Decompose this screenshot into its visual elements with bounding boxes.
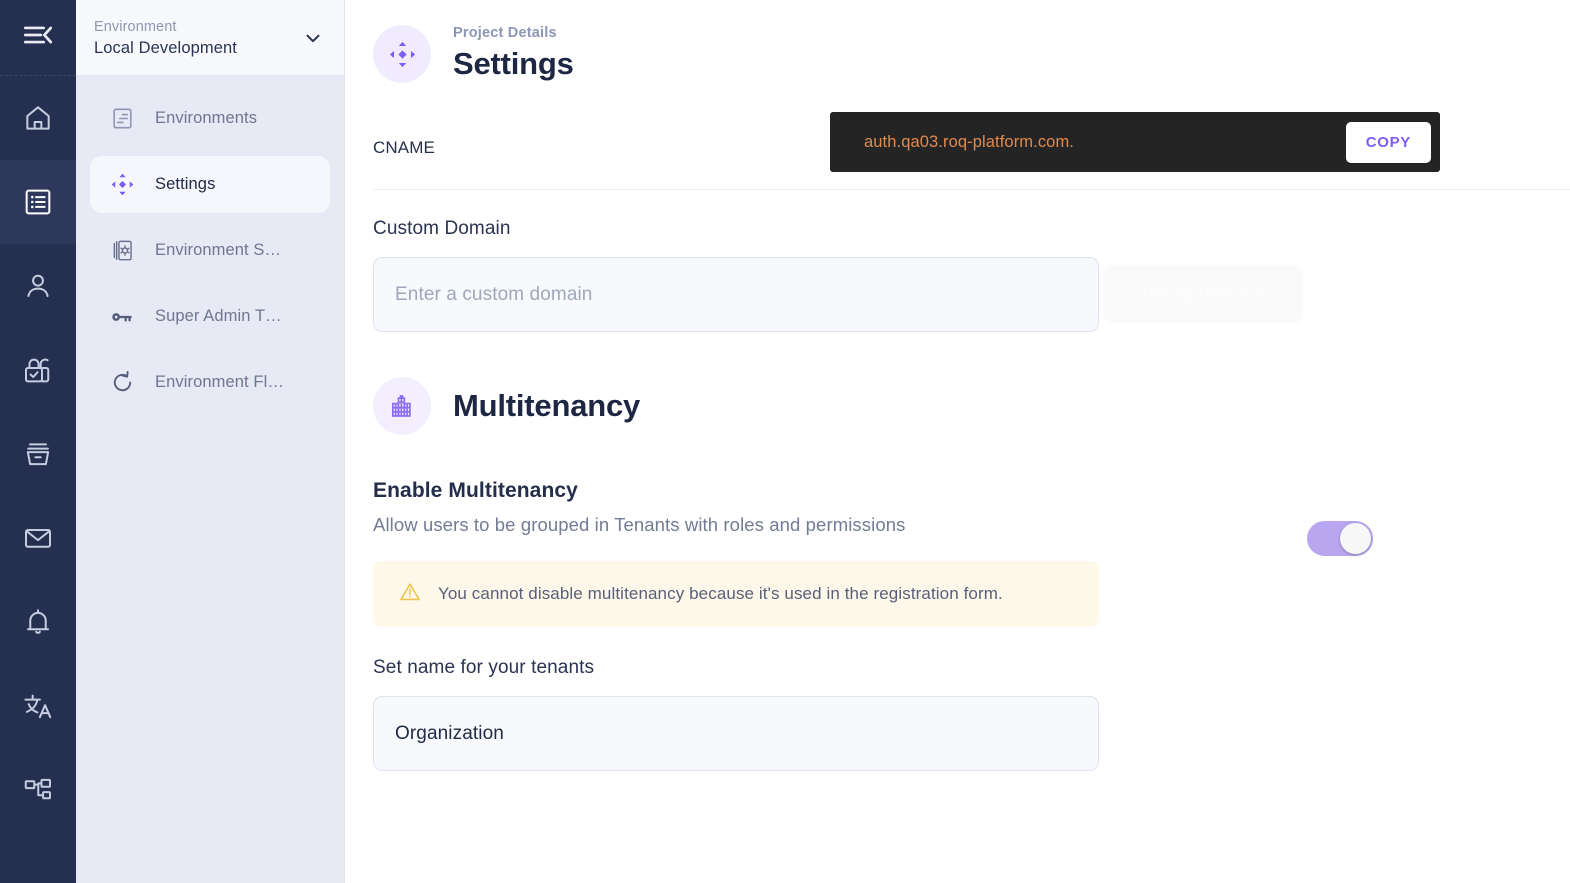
- tenant-name-label: Set name for your tenants: [373, 657, 595, 678]
- user-icon: [22, 270, 54, 302]
- multitenancy-section: Multitenancy Enable Multitenancy Allow u…: [345, 377, 1570, 771]
- tenant-name-input[interactable]: [373, 696, 1099, 771]
- custom-domain-input[interactable]: [373, 257, 1099, 332]
- cname-label: CNAME: [373, 138, 435, 157]
- multitenancy-title: Multitenancy: [453, 388, 641, 423]
- enable-multitenancy-block: Enable Multitenancy Allow users to be gr…: [373, 479, 1373, 556]
- key-icon: [109, 304, 135, 330]
- translate-icon: [22, 690, 54, 722]
- page-header: Project Details Settings: [345, 0, 1570, 84]
- archive-icon: [22, 438, 54, 470]
- rail-item-archive[interactable]: [0, 412, 76, 496]
- multitenancy-warning-text: You cannot disable multitenancy because …: [438, 584, 1003, 603]
- sidebar-item-environments[interactable]: Environments: [90, 90, 330, 147]
- bell-icon: [22, 606, 54, 638]
- enable-multitenancy-title: Enable Multitenancy: [373, 479, 578, 502]
- enable-multitenancy-subtitle: Allow users to be grouped in Tenants wit…: [373, 514, 906, 535]
- main-content: Project Details Settings CNAME auth.qa03…: [345, 0, 1570, 883]
- cname-value-box: auth.qa03.roq-platform.com. COPY: [830, 112, 1440, 172]
- menu-collapse-button[interactable]: [0, 0, 76, 76]
- rail-item-home[interactable]: [0, 76, 76, 160]
- refresh-icon: [109, 370, 135, 396]
- toggle-knob: [1340, 523, 1371, 554]
- environment-switcher-label: Environment: [94, 18, 177, 35]
- rail-item-notifications[interactable]: [0, 580, 76, 664]
- rail-item-users[interactable]: [0, 244, 76, 328]
- sidebar-item-environment-flush[interactable]: Environment Fl…: [90, 354, 330, 411]
- tenant-name-block: Set name for your tenants: [373, 657, 1570, 771]
- sidebar-item-label: Environment S…: [155, 241, 282, 259]
- chevron-down-icon: [302, 27, 324, 49]
- environment-settings-icon: [109, 238, 135, 264]
- document-list-icon: [109, 106, 135, 132]
- page-title: Settings: [453, 46, 574, 81]
- rail-item-permissions[interactable]: [0, 328, 76, 412]
- sidebar-item-label: Super Admin T…: [155, 307, 282, 325]
- sidebar-item-environment-settings[interactable]: Environment S…: [90, 222, 330, 279]
- enable-multitenancy-toggle[interactable]: [1307, 521, 1373, 556]
- multitenancy-header: Multitenancy: [373, 377, 1570, 435]
- copy-button[interactable]: COPY: [1345, 121, 1431, 163]
- lock-check-icon: [22, 354, 54, 386]
- primary-icon-rail: [0, 0, 76, 883]
- list-icon: [22, 186, 54, 218]
- custom-domain-label: Custom Domain: [373, 218, 511, 239]
- sidebar-item-super-admin-token[interactable]: Super Admin T…: [90, 288, 330, 345]
- sidebar-item-settings[interactable]: Settings: [90, 156, 330, 213]
- custom-domain-section: Custom Domain Verify Domain: [345, 218, 1570, 332]
- home-icon: [22, 102, 54, 134]
- secondary-sidebar: Environment Local Development Environmen…: [76, 0, 345, 883]
- rail-item-hierarchy[interactable]: [0, 748, 76, 832]
- rail-item-mail[interactable]: [0, 496, 76, 580]
- sitemap-icon: [22, 774, 54, 806]
- warning-triangle-icon: [398, 580, 422, 609]
- app-root: Environment Local Development Environmen…: [0, 0, 1570, 883]
- building-icon: [373, 377, 431, 435]
- menu-collapse-icon: [21, 18, 55, 57]
- mail-icon: [22, 522, 54, 554]
- sidebar-item-label: Settings: [155, 175, 216, 193]
- environment-switcher-value: Local Development: [94, 38, 237, 57]
- cname-row: CNAME auth.qa03.roq-platform.com. COPY: [373, 107, 1570, 190]
- breadcrumb: Project Details: [453, 25, 557, 41]
- sidebar-item-label: Environments: [155, 109, 258, 127]
- multitenancy-warning-banner: You cannot disable multitenancy because …: [373, 561, 1099, 627]
- environment-switcher[interactable]: Environment Local Development: [76, 0, 344, 76]
- sidebar-nav: Environments Settings Environment S… Sup…: [76, 76, 344, 411]
- settings-move-icon: [109, 172, 135, 198]
- cname-value: auth.qa03.roq-platform.com.: [864, 132, 1074, 151]
- sidebar-item-label: Environment Fl…: [155, 373, 284, 391]
- verify-domain-button[interactable]: Verify Domain: [1103, 265, 1304, 323]
- rail-item-projects[interactable]: [0, 160, 76, 244]
- rail-item-translations[interactable]: [0, 664, 76, 748]
- settings-move-icon: [373, 25, 431, 83]
